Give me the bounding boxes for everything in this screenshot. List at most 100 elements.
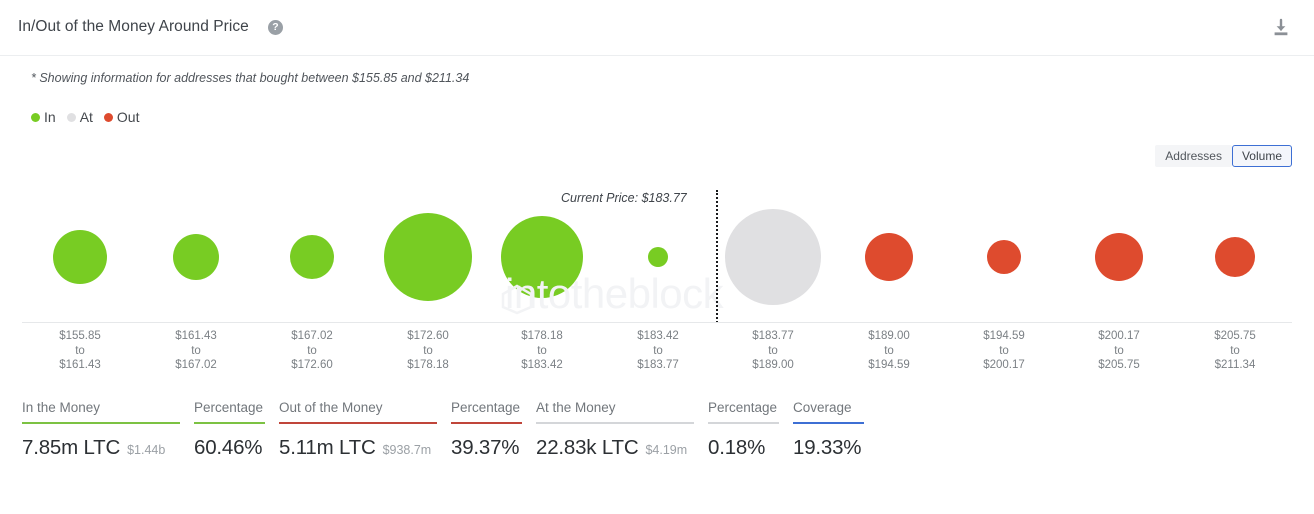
bubble-out-9[interactable] — [1095, 233, 1143, 281]
stat-value: 7.85m LTC — [22, 436, 121, 459]
in-out-of-money-widget: In/Out of the Money Around Price ? * Sho… — [0, 0, 1314, 514]
stat-value-row: 39.37% — [451, 424, 522, 460]
axis-label-from: $183.77 — [752, 330, 794, 342]
axis-label-separator: to — [1230, 344, 1240, 357]
stat-value: 22.83k LTC — [536, 436, 639, 459]
axis-label-from: $161.43 — [175, 330, 217, 342]
stat-label: At the Money — [536, 400, 616, 415]
stat-value: 0.18% — [708, 436, 766, 459]
axis-label-4: $178.18 to $183.42 — [521, 329, 563, 373]
legend-item-in[interactable]: In — [31, 109, 56, 125]
axis-label-to: $183.77 — [637, 359, 679, 371]
legend-dot-in-icon — [31, 112, 40, 122]
stat-value: 5.11m LTC — [279, 436, 376, 459]
stat-label: Percentage — [708, 400, 778, 415]
axis-label-3: $172.60 to $178.18 — [407, 329, 449, 373]
toggle-volume-button[interactable]: Volume — [1231, 145, 1292, 167]
stat-block-2: Out of the Money 5.11m LTC $938.7m — [279, 400, 451, 460]
axis-label-from: $189.00 — [868, 330, 910, 342]
legend-label-at: At — [79, 109, 93, 125]
axis-label-0: $155.85 to $161.43 — [59, 329, 101, 373]
axis-label-9: $200.17 to $205.75 — [1098, 329, 1140, 373]
stat-block-4: At the Money 22.83k LTC $4.19m — [536, 400, 708, 460]
axis-label-to: $194.59 — [868, 359, 910, 371]
axis-label-to: $183.42 — [521, 359, 563, 371]
axis-label-separator: to — [884, 344, 894, 357]
stat-label: In the Money — [22, 400, 101, 415]
axis-label-7: $189.00 to $194.59 — [868, 329, 910, 373]
stat-value: 60.46% — [194, 436, 263, 459]
page-title: In/Out of the Money Around Price — [18, 18, 249, 35]
stat-block-0: In the Money 7.85m LTC $1.44b — [22, 400, 194, 460]
legend-label-in: In — [44, 109, 56, 125]
stat-value-row: 60.46% — [194, 424, 265, 460]
stat-label: Out of the Money — [279, 400, 383, 415]
bubble-in-3[interactable] — [384, 213, 472, 301]
widget-header: In/Out of the Money Around Price ? — [0, 0, 1314, 56]
axis-label-from: $200.17 — [1098, 330, 1140, 342]
axis-label-separator: to — [307, 344, 317, 357]
axis-label-to: $172.60 — [291, 359, 333, 371]
axis-label-separator: to — [768, 344, 778, 357]
legend-item-out[interactable]: Out — [103, 109, 140, 125]
legend-dot-at-icon — [66, 112, 76, 122]
legend-item-at[interactable]: At — [66, 109, 93, 125]
stat-value: 39.37% — [451, 436, 520, 459]
stat-subvalue: $938.7m — [382, 443, 432, 457]
bubble-in-1[interactable] — [173, 234, 219, 280]
axis-label-from: $194.59 — [983, 330, 1025, 342]
bubble-in-5[interactable] — [648, 247, 668, 267]
chart-legend: In At Out — [31, 109, 146, 125]
current-price-line — [716, 190, 718, 323]
axis-label-to: $205.75 — [1098, 359, 1140, 371]
bubble-out-10[interactable] — [1215, 237, 1255, 277]
summary-stats-row: In the Money 7.85m LTC $1.44b Percentage 60.… — [22, 400, 1292, 480]
axis-label-2: $167.02 to $172.60 — [291, 329, 333, 373]
stat-value-row: 7.85m LTC $1.44b — [22, 424, 180, 460]
axis-label-separator: to — [999, 344, 1009, 357]
axis-label-8: $194.59 to $200.17 — [983, 329, 1025, 373]
stat-block-6: Coverage 19.33% — [793, 400, 878, 460]
axis-label-to: $167.02 — [175, 359, 217, 371]
bubble-out-7[interactable] — [865, 233, 913, 281]
help-icon[interactable]: ? — [268, 20, 283, 35]
axis-label-separator: to — [1114, 344, 1124, 357]
stat-value-row: 0.18% — [708, 424, 779, 460]
axis-label-group: $155.85 to $161.43 $161.43 to $167.02 $167.02 t… — [0, 329, 1314, 389]
axis-label-6: $183.77 to $189.00 — [752, 329, 794, 373]
toggle-addresses-button[interactable]: Addresses — [1155, 145, 1232, 167]
watermark-text: intotheblock — [505, 270, 724, 317]
axis-label-to: $189.00 — [752, 359, 794, 371]
stat-value: 19.33% — [793, 436, 862, 459]
axis-label-separator: to — [653, 344, 663, 357]
stat-label: Coverage — [793, 400, 852, 415]
current-price-label: Current Price: $183.77 — [561, 191, 687, 205]
info-note: * Showing information for addresses that… — [31, 71, 470, 85]
axis-label-1: $161.43 to $167.02 — [175, 329, 217, 373]
stat-value-row: 5.11m LTC $938.7m — [279, 424, 437, 460]
axis-label-to: $211.34 — [1214, 359, 1256, 371]
stat-value-row: 19.33% — [793, 424, 864, 460]
axis-label-separator: to — [75, 344, 85, 357]
axis-label-from: $172.60 — [407, 330, 449, 342]
bubble-in-0[interactable] — [53, 230, 107, 284]
bubble-in-2[interactable] — [290, 235, 334, 279]
axis-label-10: $205.75 to $211.34 — [1214, 329, 1256, 373]
axis-label-separator: to — [537, 344, 547, 357]
bubble-out-8[interactable] — [987, 240, 1021, 274]
stat-label: Percentage — [451, 400, 521, 415]
axis-label-from: $155.85 — [59, 330, 101, 342]
download-icon[interactable] — [1270, 17, 1292, 39]
axis-label-from: $167.02 — [291, 330, 333, 342]
stat-subvalue: $1.44b — [127, 443, 166, 457]
stat-value-row: 22.83k LTC $4.19m — [536, 424, 694, 460]
legend-dot-out-icon — [103, 112, 113, 122]
axis-label-5: $183.42 to $183.77 — [637, 329, 679, 373]
axis-label-to: $161.43 — [59, 359, 101, 371]
axis-label-separator: to — [423, 344, 433, 357]
axis-label-to: $178.18 — [407, 359, 449, 371]
chart-axis-line — [22, 322, 1292, 323]
bubble-at-6[interactable] — [725, 209, 821, 305]
stat-subvalue: $4.19m — [645, 443, 688, 457]
metric-toggle-group: Addresses Volume — [1155, 145, 1292, 167]
